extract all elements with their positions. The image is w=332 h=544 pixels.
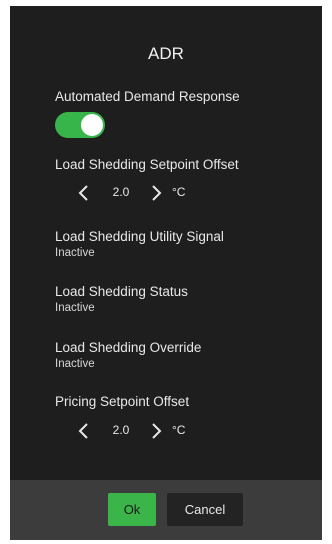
pricing-offset-unit: °C: [172, 423, 186, 437]
load-shedding-offset-label: Load Shedding Setpoint Offset: [55, 157, 239, 172]
chevron-left-icon[interactable]: [76, 182, 92, 204]
utility-signal-value: Inactive: [55, 247, 95, 259]
shedding-override-label: Load Shedding Override: [55, 340, 202, 355]
chevron-left-icon[interactable]: [76, 420, 92, 442]
utility-signal-label: Load Shedding Utility Signal: [55, 229, 224, 244]
load-shedding-offset-unit: °C: [172, 185, 186, 199]
chevron-right-icon[interactable]: [148, 420, 164, 442]
cancel-button[interactable]: Cancel: [167, 493, 243, 526]
dialog-title: ADR: [148, 44, 184, 63]
pricing-offset-value: 2.0: [112, 423, 130, 437]
chevron-right-icon[interactable]: [148, 182, 164, 204]
ok-button[interactable]: Ok: [108, 493, 156, 526]
load-shedding-offset-value: 2.0: [112, 185, 130, 199]
adr-dialog: ADR Automated Demand Response Load Shedd…: [10, 6, 322, 540]
toggle-knob: [81, 114, 103, 136]
shedding-status-label: Load Shedding Status: [55, 284, 188, 299]
load-shedding-offset-stepper: 2.0 °C: [76, 182, 206, 204]
adr-label: Automated Demand Response: [55, 89, 240, 104]
shedding-status-value: Inactive: [55, 302, 95, 314]
shedding-override-value: Inactive: [55, 358, 95, 370]
dialog-footer: Ok Cancel: [10, 480, 322, 540]
pricing-offset-label: Pricing Setpoint Offset: [55, 394, 190, 409]
adr-toggle[interactable]: [55, 112, 105, 138]
pricing-offset-stepper: 2.0 °C: [76, 420, 206, 442]
